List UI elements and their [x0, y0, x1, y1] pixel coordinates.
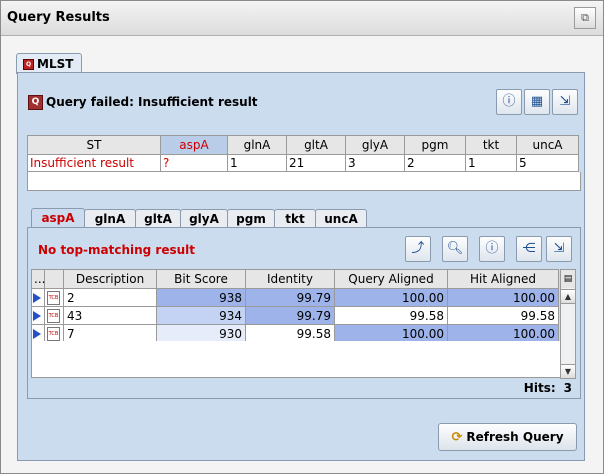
cell-hit-aligned: 100.00 — [447, 288, 559, 307]
results-header-hit-aligned[interactable]: Hit Aligned — [447, 269, 559, 289]
arrow-right-icon[interactable] — [33, 311, 41, 321]
arrow-right-icon[interactable] — [33, 329, 41, 339]
results-header-icon — [44, 269, 64, 289]
results-header-query-aligned[interactable]: Query Aligned — [334, 269, 448, 289]
st-header-glya[interactable]: glyA — [345, 135, 405, 155]
chart-button[interactable]: ⤴ — [405, 236, 431, 262]
query-results-window: Query Results ⧉ Q MLST Q Query failed: I… — [0, 0, 604, 474]
aspa-panel: No top-matching result ⤴ 🔍︎ ⓘ ⋲ ⇲ ... De — [27, 227, 581, 399]
st-header-pgm[interactable]: pgm — [404, 135, 466, 155]
info-icon: ⓘ — [502, 94, 516, 109]
refresh-query-label: Refresh Query — [466, 430, 564, 444]
results-header-identity[interactable]: Identity — [245, 269, 335, 289]
st-header-st[interactable]: ST — [27, 135, 161, 155]
st-cell-tkt: 1 — [465, 154, 517, 172]
results-scrollbar[interactable]: ▤ ▲ ▼ — [560, 269, 576, 379]
cell-identity: 99.58 — [245, 324, 335, 343]
cell-bit-score: 938 — [156, 288, 246, 307]
results-table: ... Description Bit Score Identity Query… — [31, 269, 559, 343]
tab-aspa[interactable]: aspA — [31, 208, 85, 229]
tab-glta[interactable]: gltA — [135, 209, 181, 228]
scroll-down-icon[interactable]: ▼ — [561, 364, 575, 378]
st-header-tkt[interactable]: tkt — [465, 135, 517, 155]
table-row[interactable]: TCB 2 938 99.79 100.00 100.00 — [31, 288, 559, 307]
cell-identity: 99.79 — [245, 306, 335, 325]
table-row[interactable]: TCB 43 934 99.79 99.58 99.58 — [31, 306, 559, 325]
chart-icon: ⤴ — [411, 241, 425, 256]
info-button[interactable]: ⓘ — [496, 89, 522, 115]
query-failed-icon: Q — [28, 95, 43, 110]
search-button[interactable]: 🔍︎ — [442, 236, 468, 262]
tree-icon: ⋲ — [522, 241, 536, 256]
tab-pgm[interactable]: pgm — [227, 209, 275, 228]
cell-description: 2 — [63, 288, 157, 307]
cell-query-aligned: 100.00 — [334, 288, 448, 307]
tcb-icon: TCB — [47, 308, 60, 323]
status-message: Query failed: Insufficient result — [46, 95, 258, 109]
results-header-menu[interactable]: ... — [31, 269, 45, 289]
cell-bit-score: 934 — [156, 306, 246, 325]
st-table-header-row: ST aspA glnA gltA glyA pgm tkt uncA — [27, 135, 579, 155]
refresh-query-button[interactable]: ⟳ Refresh Query — [438, 423, 577, 451]
hits-count: Hits: 3 — [516, 381, 572, 395]
arrow-right-icon[interactable] — [33, 293, 41, 303]
window-title: Query Results — [7, 10, 110, 25]
hits-value: 3 — [563, 381, 572, 395]
tcb-icon: TCB — [47, 290, 60, 305]
cell-query-aligned: 99.58 — [334, 306, 448, 325]
refresh-icon: ⟳ — [451, 430, 463, 445]
st-header-glna[interactable]: glnA — [227, 135, 287, 155]
cell-hit-aligned: 99.58 — [447, 306, 559, 325]
st-table: ST aspA glnA gltA glyA pgm tkt uncA Insu… — [27, 135, 579, 172]
q-icon: Q — [23, 59, 34, 70]
magnifier-icon: 🔍︎ — [446, 241, 464, 256]
tab-glna[interactable]: glnA — [84, 209, 136, 228]
st-cell-unca: 5 — [516, 154, 579, 172]
export-icon: ⇲ — [553, 241, 565, 256]
info-icon: ⓘ — [485, 241, 499, 256]
cell-identity: 99.79 — [245, 288, 335, 307]
st-cell-pgm: 2 — [404, 154, 466, 172]
export-button[interactable]: ⇲ — [552, 89, 578, 115]
st-header-glta[interactable]: gltA — [286, 135, 346, 155]
no-match-message: No top-matching result — [38, 243, 196, 257]
results-header-bit-score[interactable]: Bit Score — [156, 269, 246, 289]
mlst-panel: Q Query failed: Insufficient result ⓘ ▦ … — [17, 72, 585, 461]
tab-glya[interactable]: glyA — [180, 209, 228, 228]
cell-query-aligned: 100.00 — [334, 324, 448, 343]
export-button-inner[interactable]: ⇲ — [546, 236, 572, 262]
info-button-inner[interactable]: ⓘ — [479, 236, 505, 262]
st-cell-st: Insufficient result — [27, 154, 161, 172]
st-cell-glta: 21 — [286, 154, 346, 172]
st-cell-glya: 3 — [345, 154, 405, 172]
tab-mlst[interactable]: Q MLST — [16, 53, 82, 74]
cell-hit-aligned: 100.00 — [447, 324, 559, 343]
table-row[interactable]: TCB 7 930 99.58 100.00 100.00 — [31, 324, 559, 343]
tree-button[interactable]: ⋲ — [516, 236, 542, 262]
restore-window-button[interactable]: ⧉ — [574, 7, 596, 29]
st-header-aspa[interactable]: aspA — [160, 135, 228, 155]
results-header-row: ... Description Bit Score Identity Query… — [31, 269, 559, 289]
st-table-empty-area — [27, 172, 581, 191]
tab-tkt[interactable]: tkt — [274, 209, 316, 228]
scroll-up-icon[interactable]: ▲ — [561, 289, 575, 304]
column-chooser-icon[interactable]: ▤ — [561, 270, 575, 288]
tab-mlst-label: MLST — [37, 57, 74, 71]
table-icon: ▦ — [530, 94, 544, 109]
table-view-button[interactable]: ▦ — [524, 89, 550, 115]
table-row[interactable]: Insufficient result ? 1 21 3 2 1 5 — [27, 154, 579, 172]
cell-description: 7 — [63, 324, 157, 343]
tcb-icon: TCB — [47, 326, 60, 341]
results-empty-area — [31, 341, 561, 378]
cell-description: 43 — [63, 306, 157, 325]
export-icon: ⇲ — [559, 94, 571, 109]
hits-label: Hits: — [523, 381, 556, 395]
tab-unca[interactable]: uncA — [315, 209, 367, 228]
st-cell-aspa: ? — [160, 154, 228, 172]
cell-bit-score: 930 — [156, 324, 246, 343]
st-cell-glna: 1 — [227, 154, 287, 172]
title-bar: Query Results ⧉ — [1, 1, 603, 36]
st-header-unca[interactable]: uncA — [516, 135, 579, 155]
results-header-description[interactable]: Description — [63, 269, 157, 289]
